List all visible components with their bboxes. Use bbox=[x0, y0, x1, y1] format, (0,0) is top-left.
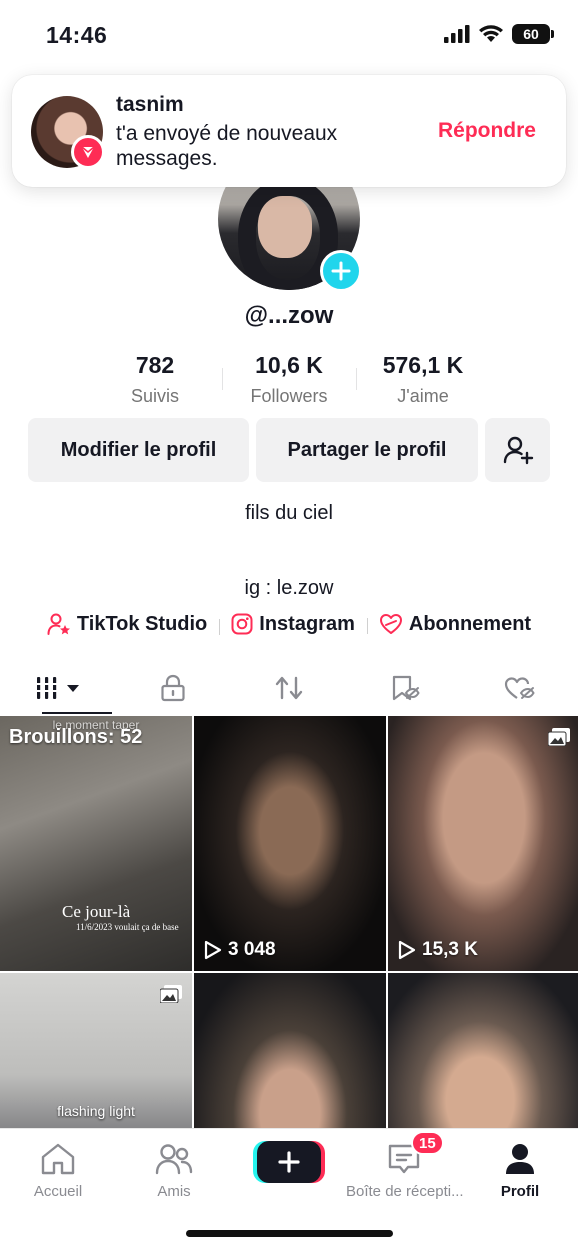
subscription-heart-icon bbox=[379, 614, 402, 634]
tab-private[interactable] bbox=[116, 662, 232, 714]
signal-icon bbox=[444, 25, 470, 43]
instagram-link[interactable]: Instagram bbox=[219, 613, 367, 636]
add-friend-button[interactable] bbox=[485, 418, 550, 482]
stat-followers[interactable]: 10,6 K Followers bbox=[222, 352, 356, 407]
username: @...zow bbox=[244, 302, 334, 329]
create-button[interactable] bbox=[257, 1141, 321, 1183]
stat-label: Suivis bbox=[130, 386, 179, 406]
bio-line: fils du ciel bbox=[245, 502, 333, 524]
notification-sender: tasnim bbox=[116, 93, 184, 116]
edit-profile-button[interactable]: Modifier le profil bbox=[28, 418, 249, 482]
link-label: Abonnement bbox=[408, 612, 532, 635]
status-bar: 14:46 60 bbox=[0, 0, 578, 72]
play-icon bbox=[398, 940, 416, 960]
tab-saved[interactable] bbox=[347, 662, 463, 714]
message-notification[interactable]: tasnim t'a envoyé de nouveaux messages. … bbox=[12, 75, 566, 187]
link-label: Instagram bbox=[259, 612, 355, 635]
videos-grid-icon bbox=[34, 677, 79, 699]
wifi-icon bbox=[479, 25, 503, 42]
repost-icon bbox=[275, 676, 303, 700]
nav-home[interactable]: Accueil bbox=[0, 1139, 116, 1200]
instagram-icon bbox=[231, 613, 253, 635]
message-badge-icon bbox=[71, 135, 105, 169]
tab-reposts[interactable] bbox=[231, 662, 347, 714]
stat-label: J'aime bbox=[397, 386, 449, 406]
lock-icon bbox=[161, 674, 185, 702]
drafts-tile[interactable]: le moment taper Brouillons: 52 Ce jour-l… bbox=[0, 716, 192, 971]
view-count: 3 048 bbox=[204, 939, 276, 961]
content-tabs bbox=[0, 662, 578, 714]
photo-icon bbox=[160, 985, 182, 1003]
liked-hidden-icon bbox=[505, 677, 535, 699]
add-story-button[interactable] bbox=[320, 250, 362, 292]
nav-label: Amis bbox=[157, 1183, 191, 1200]
photo-icon bbox=[548, 728, 570, 746]
profile-actions: Modifier le profil Partager le profil bbox=[28, 418, 550, 482]
nav-label: Profil bbox=[500, 1183, 540, 1200]
tile-overlay-subtitle: 11/6/2023 voulait ça de base bbox=[76, 922, 179, 932]
plus-icon bbox=[278, 1151, 300, 1173]
tab-liked[interactable] bbox=[462, 662, 578, 714]
saved-hidden-icon bbox=[392, 675, 420, 701]
subscription-link[interactable]: Abonnement bbox=[366, 612, 543, 636]
reply-button[interactable]: Répondre bbox=[438, 119, 536, 143]
nav-profile[interactable]: Profil bbox=[462, 1139, 578, 1200]
stat-value: 576,1 K bbox=[382, 352, 464, 378]
tiktok-studio-link[interactable]: TikTok Studio bbox=[35, 612, 219, 636]
profile-stats: 782 Suivis 10,6 K Followers 576,1 K J'ai… bbox=[0, 352, 578, 407]
battery-icon: 60 bbox=[512, 24, 554, 44]
friends-icon bbox=[155, 1144, 193, 1175]
stat-following[interactable]: 782 Suivis bbox=[88, 352, 222, 407]
play-icon bbox=[204, 940, 222, 960]
bio-line: ig : le.zow bbox=[244, 577, 334, 599]
inbox-badge: 15 bbox=[411, 1131, 444, 1155]
add-person-icon bbox=[503, 436, 533, 465]
video-tile[interactable]: 3 048 bbox=[194, 716, 386, 971]
home-indicator[interactable] bbox=[186, 1230, 393, 1237]
status-time: 14:46 bbox=[46, 22, 108, 48]
status-icons: 60 bbox=[444, 24, 554, 44]
nav-friends[interactable]: Amis bbox=[116, 1139, 232, 1200]
profile-links: TikTok Studio Instagram Abonnement bbox=[0, 612, 578, 636]
link-label: TikTok Studio bbox=[76, 612, 208, 635]
tile-overlay-title: Ce jour-là bbox=[62, 902, 131, 921]
stat-likes[interactable]: 576,1 K J'aime bbox=[356, 352, 490, 407]
share-profile-button[interactable]: Partager le profil bbox=[256, 418, 478, 482]
profile-icon bbox=[506, 1144, 534, 1174]
nav-inbox[interactable]: Boîte de récepti... bbox=[346, 1139, 464, 1200]
stat-value: 10,6 K bbox=[255, 352, 323, 378]
person-star-icon bbox=[47, 613, 70, 635]
tab-videos[interactable] bbox=[0, 662, 116, 714]
plus-icon bbox=[331, 261, 351, 281]
home-icon bbox=[41, 1143, 75, 1175]
stat-label: Followers bbox=[250, 386, 328, 406]
notification-message: t'a envoyé de nouveaux messages. bbox=[116, 122, 338, 170]
photo-tile[interactable]: 15,3 K bbox=[388, 716, 578, 971]
stat-value: 782 bbox=[135, 352, 175, 378]
tile-caption: flashing light bbox=[57, 1103, 135, 1119]
nav-label: Accueil bbox=[33, 1183, 83, 1200]
drafts-count: Brouillons: 52 bbox=[9, 726, 143, 748]
nav-label: Boîte de récepti... bbox=[346, 1183, 464, 1200]
view-count: 15,3 K bbox=[398, 939, 478, 961]
